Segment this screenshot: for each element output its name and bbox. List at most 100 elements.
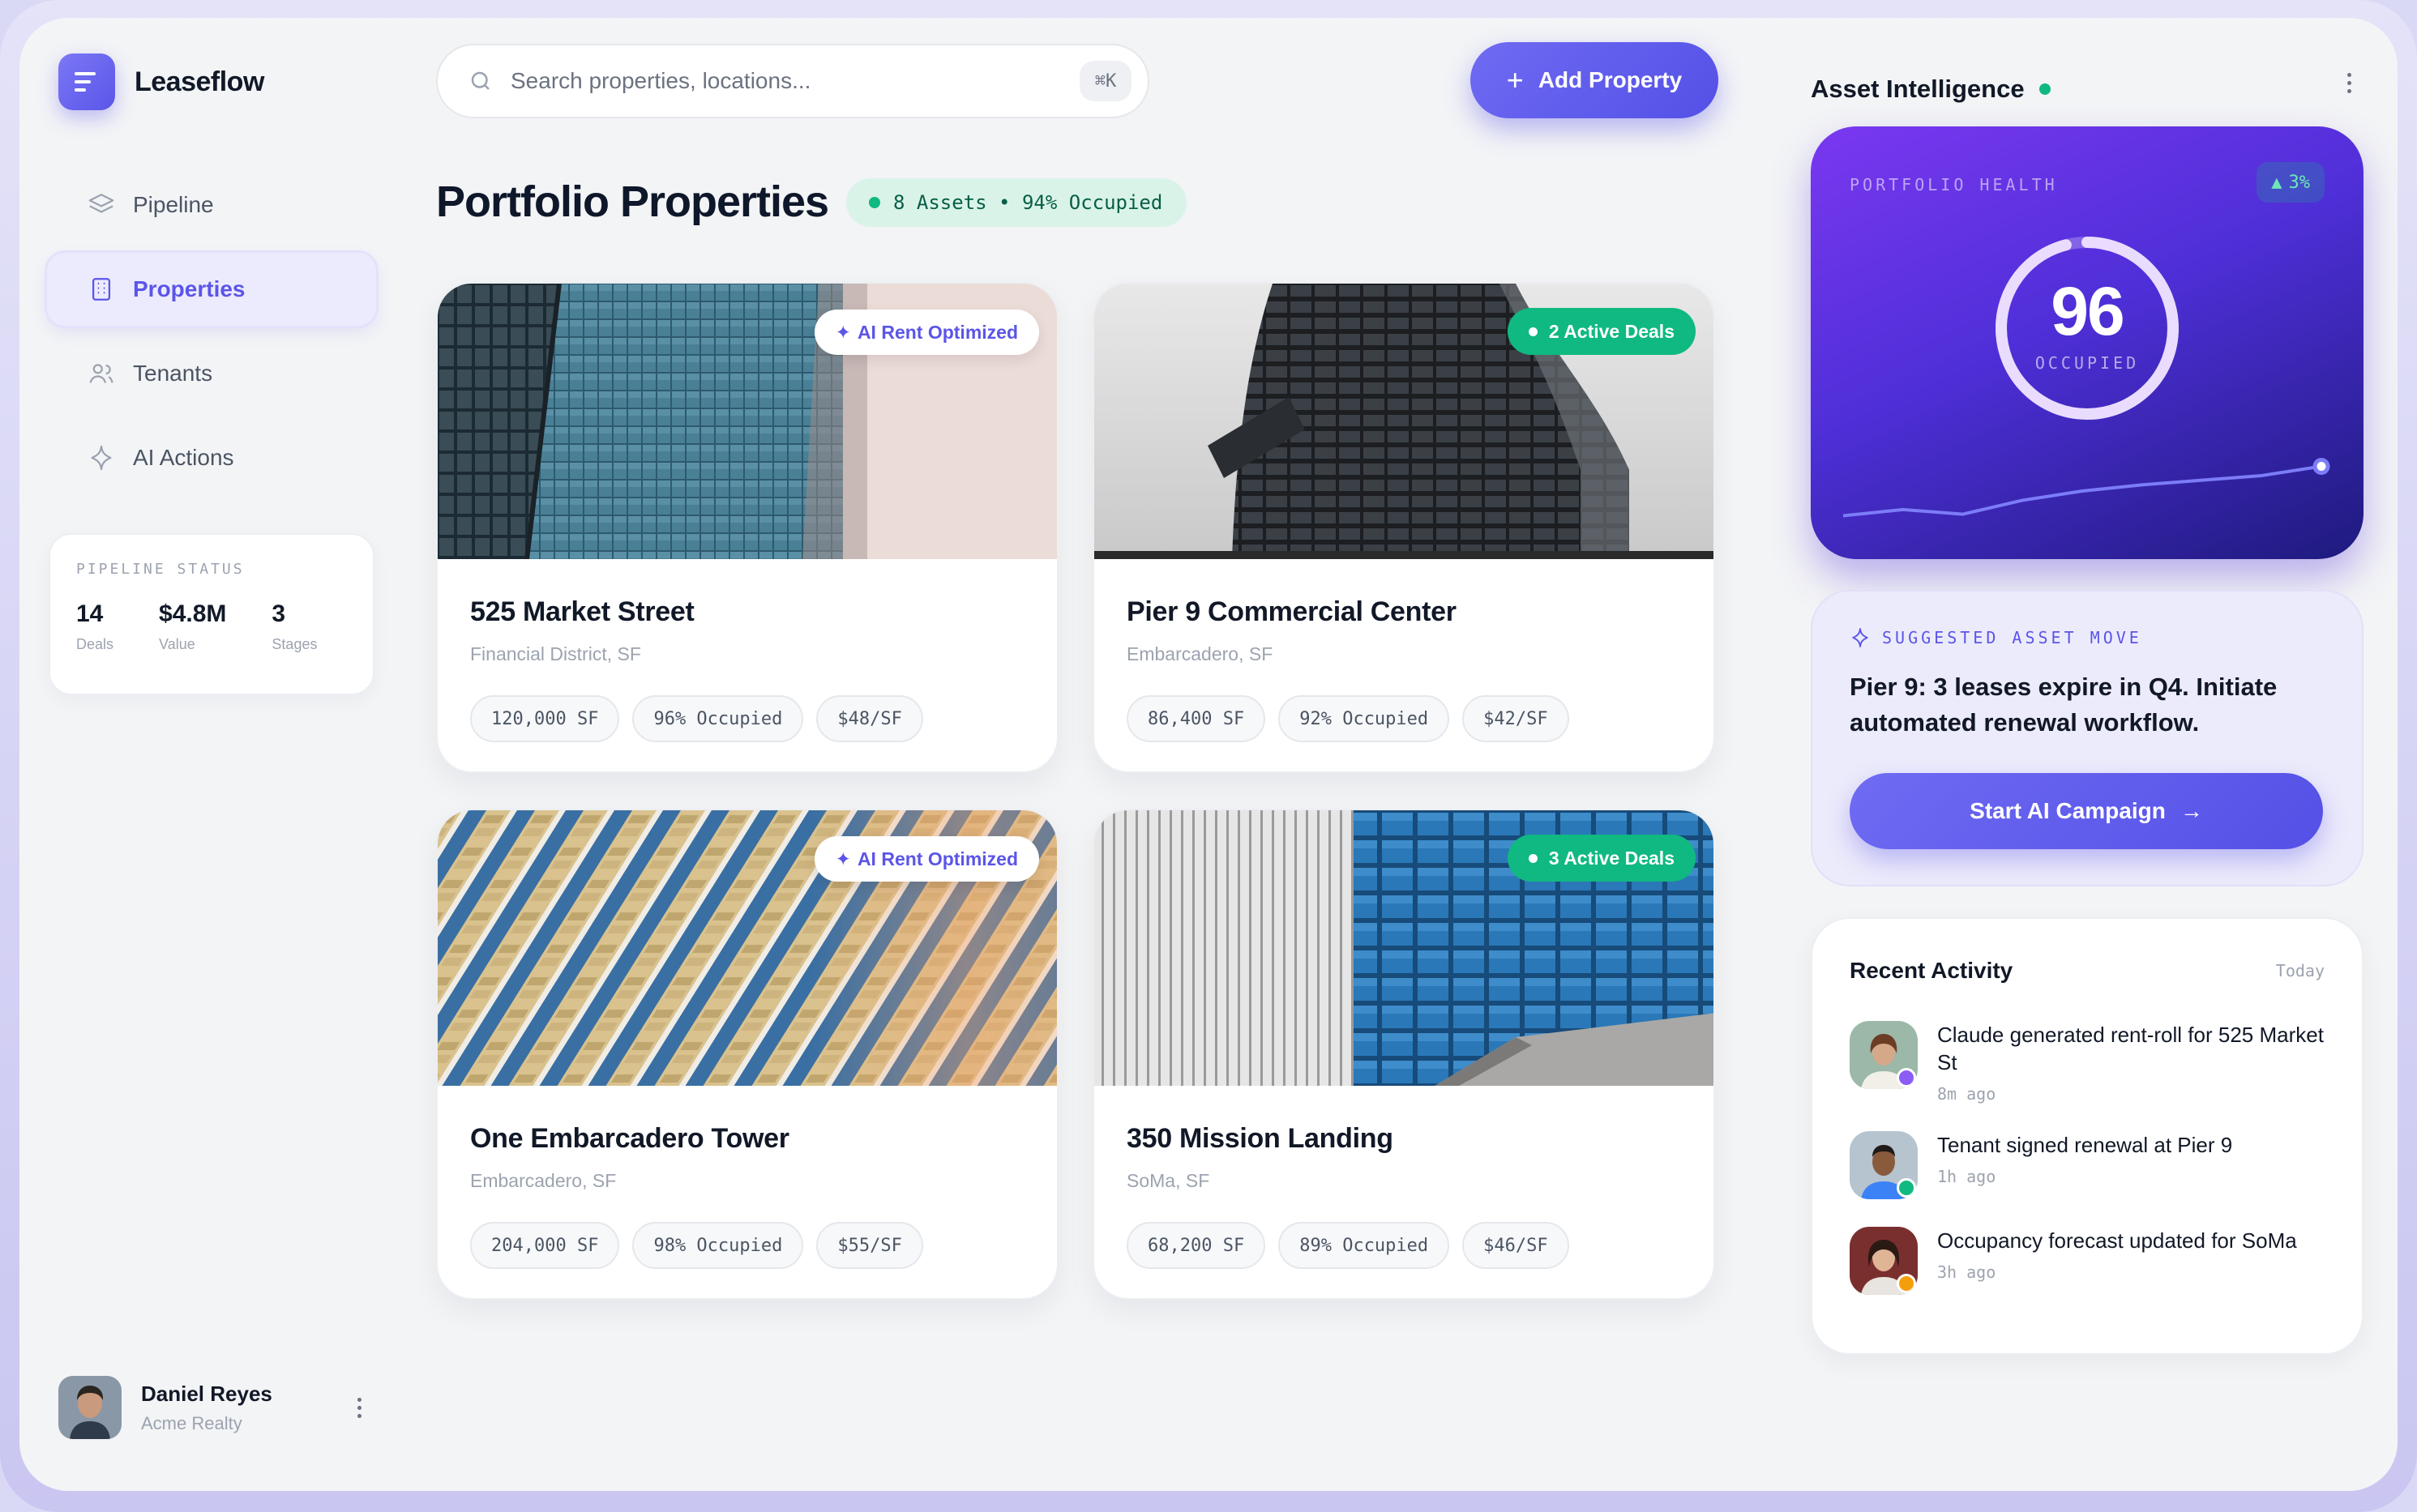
rent-tag: $55/SF [816,1222,923,1269]
active-deals-badge: 2 Active Deals [1507,308,1696,355]
live-status-icon [2038,83,2051,95]
property-card[interactable]: 2 Active Deals Pier 9 Commercial Center … [1093,282,1715,773]
status-dot-icon [1528,853,1538,863]
sidebar: Leaseflow Pipeline Properties Tenants AI… [19,18,400,1491]
activity-text: Tenant signed renewal at Pier 9 [1937,1133,2233,1157]
sidebar-item-label: Pipeline [133,192,214,217]
area-tag: 120,000 SF [470,695,620,742]
plus-icon: + [1506,63,1524,96]
activity-item[interactable]: Occupancy forecast updated for SoMa 3h a… [1850,1227,2336,1295]
status-dot-icon [1897,1274,1916,1293]
suggestion-message: Pier 9: 3 leases expire in Q4. Initiate … [1850,673,2278,737]
add-property-button[interactable]: + Add Property [1470,42,1718,118]
sidebar-item-properties[interactable]: Properties [47,253,376,326]
suggested-move-card: SUGGESTED ASSET MOVE Pier 9: 3 leases ex… [1811,590,2364,886]
property-photo: ✦ AI Rent Optimized [438,810,1057,1086]
activity-text: Occupancy forecast updated for SoMa [1937,1228,2297,1253]
status-dot-icon [869,197,880,208]
health-label: PORTFOLIO HEALTH [1850,175,2058,194]
occupancy-tag: 92% Occupied [1278,695,1450,742]
sidebar-item-label: Properties [133,276,246,301]
area-tag: 204,000 SF [470,1222,620,1269]
more-icon[interactable] [353,1393,366,1423]
stat-label: Stages [272,636,318,652]
property-name: Pier 9 Commercial Center [1127,596,1457,627]
layers-icon [88,194,114,213]
add-property-label: Add Property [1538,67,1683,92]
property-location: Embarcadero, SF [470,1170,617,1191]
page-title: Portfolio Properties [436,177,829,226]
logo-icon [58,53,115,110]
user-profile[interactable]: Daniel Reyes Acme Realty [58,1376,366,1439]
badge-label: AI Rent Optimized [857,848,1018,869]
activity-text: Claude generated rent-roll for 525 Marke… [1937,1023,2324,1074]
activity-item[interactable]: Tenant signed renewal at Pier 9 1h ago [1850,1131,2336,1199]
sparkle-icon: ✦ [835,321,851,343]
status-dot-icon [1897,1178,1916,1198]
avatar [58,1376,122,1439]
occupancy-tag: 98% Occupied [632,1222,804,1269]
search-input[interactable]: Search properties, locations... ⌘K [436,44,1149,118]
ai-rent-badge: ✦ AI Rent Optimized [814,310,1039,355]
suggestion-label: SUGGESTED ASSET MOVE [1882,628,2142,647]
sidebar-item-label: AI Actions [133,445,234,470]
sidebar-item-ai-actions[interactable]: AI Actions [47,421,376,494]
property-name: 525 Market Street [470,596,695,627]
property-name: One Embarcadero Tower [470,1123,789,1154]
area-tag: 86,400 SF [1127,695,1266,742]
pipeline-status-card: PIPELINE STATUS 14 Deals $4.8M Value 3 S… [49,533,374,695]
status-dot-icon [1897,1068,1916,1087]
brand-name: Leaseflow [135,66,264,97]
cta-label: Start AI Campaign [1970,798,2166,823]
stat-deals: 14 Deals [76,600,113,653]
sparkle-icon [91,445,112,471]
sparkle-icon: ✦ [835,848,851,869]
property-photo: 2 Active Deals [1094,284,1713,559]
active-deals-badge: 3 Active Deals [1507,835,1696,882]
sidebar-item-pipeline[interactable]: Pipeline [47,169,376,241]
area-tag: 68,200 SF [1127,1222,1266,1269]
user-name: Daniel Reyes [141,1381,272,1406]
sidebar-item-label: Tenants [133,361,213,386]
property-card[interactable]: 3 Active Deals 350 Mission Landing SoMa,… [1093,809,1715,1300]
activity-item[interactable]: Claude generated rent-roll for 525 Marke… [1850,1021,2336,1104]
arrow-up-icon: ▲ [2271,172,2282,193]
rent-tag: $48/SF [816,695,923,742]
avatar [1850,1227,1918,1295]
recent-activity-card: Recent Activity Today Claude generated r… [1811,917,2364,1355]
users-icon [89,364,113,383]
summary-text: 8 Assets • 94% Occupied [893,191,1163,214]
activity-time: 3h ago [1937,1262,1996,1282]
property-location: SoMa, SF [1127,1170,1210,1191]
property-card[interactable]: ✦ AI Rent Optimized 525 Market Street Fin… [436,282,1059,773]
sparkle-icon [1852,628,1868,647]
pipeline-status-label: PIPELINE STATUS [76,561,245,578]
building-icon [92,278,111,301]
shortcut-badge: ⌘K [1080,61,1131,101]
property-card[interactable]: ✦ AI Rent Optimized One Embarcadero Tower… [436,809,1059,1300]
health-trend-sparkline [1843,458,2330,518]
badge-label: 2 Active Deals [1548,320,1675,342]
stat-label: Value [159,636,195,652]
rent-tag: $42/SF [1462,695,1569,742]
stat-value: 14 [76,600,104,627]
search-icon [471,71,490,90]
ai-rent-badge: ✦ AI Rent Optimized [814,836,1039,882]
rent-tag: $46/SF [1462,1222,1569,1269]
avatar [1850,1021,1918,1089]
stat-value: 3 [272,600,286,627]
occupancy-tag: 96% Occupied [632,695,804,742]
sidebar-item-tenants[interactable]: Tenants [47,337,376,410]
health-score-label: OCCUPIED [2034,353,2140,373]
brand[interactable]: Leaseflow [58,53,264,110]
asset-intelligence-title: Asset Intelligence [1811,75,2051,104]
arrow-right-icon: → [2180,798,2203,823]
occupancy-tag: 89% Occupied [1278,1222,1450,1269]
more-icon[interactable] [2342,68,2356,98]
activity-time: 8m ago [1937,1084,1996,1104]
status-dot-icon [1528,327,1538,336]
sidebar-nav: Pipeline Properties Tenants AI Actions [47,169,376,506]
start-ai-campaign-button[interactable]: Start AI Campaign → [1850,773,2323,849]
user-org: Acme Realty [141,1412,242,1433]
stat-stages: 3 Stages [272,600,317,653]
